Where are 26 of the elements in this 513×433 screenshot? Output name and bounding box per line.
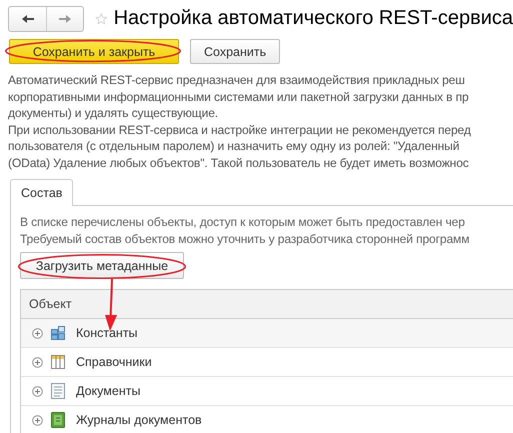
tab[interactable]: Состав <box>10 179 74 206</box>
hint-text: В списке перечислены объекты, доступ к которым может быть предоставлен чер <box>20 214 466 230</box>
column-header: Объект <box>21 290 513 319</box>
expand-icon[interactable] <box>32 386 43 396</box>
description-text: Автоматический REST-сервис предназначен для взаимодействия прикладных реш <box>8 72 466 88</box>
hint-text: Требуемый состав объектов можно уточнить у разработчика сторонней программ <box>20 230 470 247</box>
document-icon <box>51 383 65 399</box>
table-icon <box>51 355 65 369</box>
description-text: корпоративными информационными системами или пакетной загрузки данных в пр <box>8 88 470 105</box>
expand-icon[interactable] <box>32 414 43 426</box>
tree-item[interactable]: Документы <box>76 384 140 398</box>
window-title: Настройка автоматического REST-сервиса <box>114 7 513 30</box>
left-arrow-icon <box>20 14 34 24</box>
tree-item[interactable]: Константы <box>76 326 138 340</box>
tree-item[interactable]: Журналы документов <box>76 413 202 427</box>
expand-icon[interactable] <box>32 356 43 368</box>
book-icon <box>51 412 65 428</box>
description-text: При использовании REST-сервиса и настройке интеграции не рекомендуется перед <box>8 122 472 138</box>
description-text: (OData) Удаление любых объектов". Такой пользователь не будет иметь возможнос <box>8 154 470 171</box>
description-text: документы) и удалять существующие. <box>8 105 219 122</box>
right-arrow-icon <box>58 14 72 24</box>
tree-item[interactable]: Справочники <box>76 355 152 369</box>
description-text: пользователя (с отдельным паролем) и назначить ему одну из ролей: "Удаленный <box>8 138 460 154</box>
blocks-icon <box>51 326 65 340</box>
expand-icon[interactable] <box>32 328 43 338</box>
save-button[interactable]: Сохранить <box>190 39 280 64</box>
